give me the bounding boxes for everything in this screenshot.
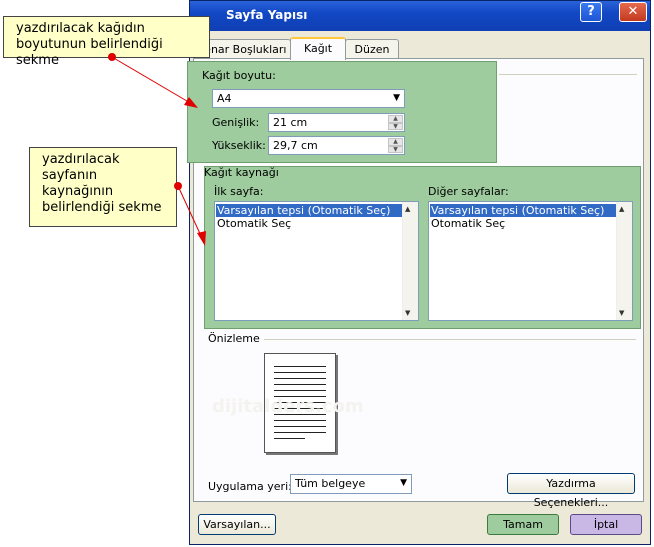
arrow-dot bbox=[174, 182, 182, 190]
arrow-line bbox=[177, 185, 203, 239]
annotation-arrows bbox=[108, 53, 206, 246]
arrow-line bbox=[111, 56, 193, 105]
arrow-dot bbox=[108, 53, 116, 61]
arrow-head bbox=[197, 231, 206, 246]
tab-paper[interactable]: Kağıt bbox=[290, 37, 346, 60]
arrow-head bbox=[184, 97, 198, 108]
